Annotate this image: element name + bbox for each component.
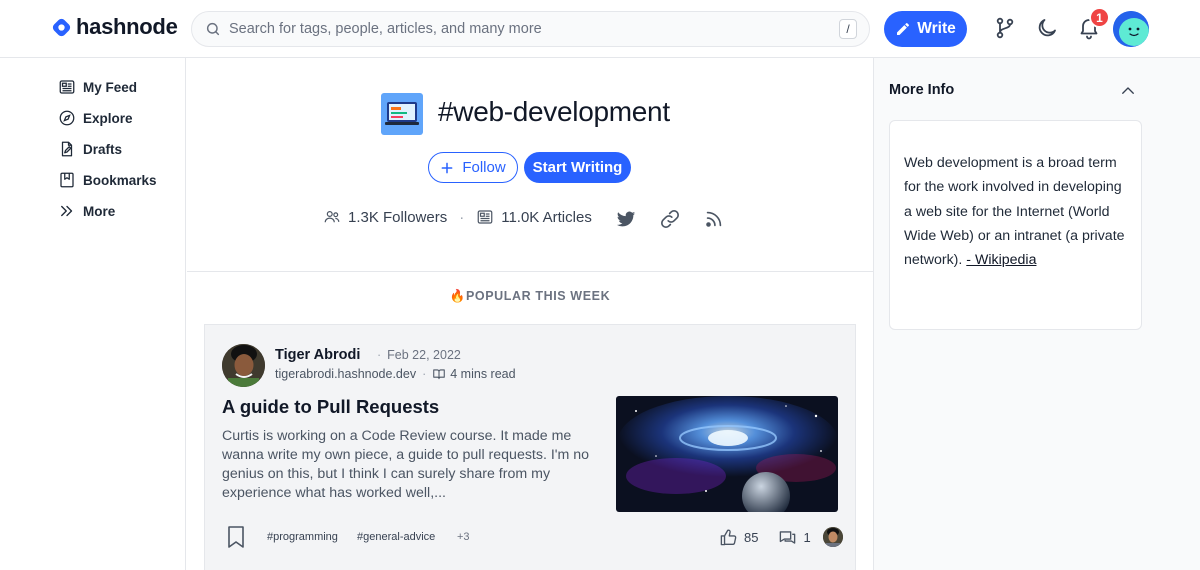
search-icon [206,22,220,36]
sidebar-item-label: Bookmarks [83,172,157,188]
popular-heading-text: POPULAR THIS WEEK [465,289,611,303]
sidebar-item-label: Drafts [83,141,123,157]
more-info-card: Web development is a broad term for the … [889,120,1142,330]
pencil-icon [897,22,910,35]
popular-heading: 🔥POPULAR THIS WEEK [187,289,873,304]
author-name[interactable]: Tiger Abrodi [275,347,360,363]
notification-badge: 1 [1089,7,1110,28]
main-content: #web-development Follow Start Writing 1.… [187,58,873,570]
plus-icon [441,162,453,173]
compass-icon [59,110,75,126]
post-cover-image[interactable] [616,396,838,512]
user-avatar[interactable] [1113,11,1149,47]
double-chevron-right-icon [61,205,73,217]
author-blog: tigerabrodi.hashnode.dev · 4 mins read [275,367,516,381]
drafts-icon [61,141,73,157]
top-header: hashnode / Write 1 [0,0,1200,58]
search-bar[interactable]: / [191,11,870,47]
write-button[interactable]: Write [884,11,967,47]
post-excerpt[interactable]: Curtis is working on a Code Review cours… [222,427,592,503]
write-label: Write [917,20,956,37]
chevron-up-icon[interactable] [1119,82,1137,100]
feed-icon [59,80,75,94]
read-time: 4 mins read [432,367,516,381]
meta-separator: · [422,367,427,381]
link-icon[interactable] [659,208,681,230]
search-shortcut-key: / [839,19,857,39]
articles-count: 11.0K Articles [501,208,592,226]
git-branch-icon[interactable] [993,16,1017,40]
tag-title: #web-development [438,96,670,127]
likes-count: 85 [744,529,759,545]
followers-stat[interactable]: 1.3K Followers [323,208,447,226]
wikipedia-link[interactable]: - Wikipedia [966,252,1036,268]
commenter-photo-icon [822,527,843,547]
blog-domain[interactable]: tigerabrodi.hashnode.dev [275,367,416,381]
bookmark-post-icon[interactable] [227,526,245,548]
sidebar-item-label: My Feed [83,79,138,95]
follow-button[interactable]: Follow [428,152,518,183]
author-avatar[interactable] [222,344,265,387]
bookmark-icon [60,172,74,188]
follow-label: Follow [462,159,506,176]
twitter-icon[interactable] [615,208,637,230]
followers-count: 1.3K Followers [348,208,448,226]
thumbs-up-icon[interactable] [719,528,738,547]
read-time-text: 4 mins read [450,367,516,381]
post-tag-general-advice[interactable]: #general-advice [357,531,435,543]
left-sidebar: My Feed Explore Drafts Bookmarks More [0,58,186,570]
post-tag-more[interactable]: +3 [457,531,470,543]
hashnode-logo[interactable]: hashnode [51,14,178,40]
start-writing-button[interactable]: Start Writing [524,152,631,183]
galaxy-cover-icon [616,396,838,512]
date-separator: · [377,348,382,362]
fire-icon: 🔥 [449,289,466,303]
sidebar-item-bookmarks[interactable]: Bookmarks [58,171,157,189]
right-sidebar: More Info Web development is a broad ter… [873,58,1200,570]
commenter-avatar[interactable] [822,527,843,547]
moon-icon[interactable] [1035,16,1059,40]
logo-text: hashnode [76,14,178,39]
rss-icon[interactable] [703,208,725,230]
comments-icon[interactable] [778,528,797,547]
avatar-face-icon [1113,11,1149,47]
sidebar-item-label: Explore [83,110,133,126]
book-open-icon [433,369,446,380]
post-date-text: Feb 22, 2022 [387,348,461,362]
post-date: · Feb 22, 2022 [377,348,461,362]
sidebar-item-more[interactable]: More [58,202,115,220]
stats-separator: · [459,208,465,226]
web-development-tag-icon [381,93,423,135]
sidebar-item-drafts[interactable]: Drafts [58,140,122,158]
users-icon [324,211,340,223]
post-title[interactable]: A guide to Pull Requests [222,396,439,418]
sidebar-item-my-feed[interactable]: My Feed [58,78,137,96]
tag-header: #web-development Follow Start Writing 1.… [187,58,873,272]
tag-stats: 1.3K Followers · 11.0K Articles [323,208,592,226]
sidebar-item-label: More [83,203,116,219]
sidebar-item-explore[interactable]: Explore [58,109,133,127]
post-reactions: 85 1 [719,527,843,547]
author-photo-icon [222,344,265,387]
comments-count: 1 [803,529,811,545]
articles-stat[interactable]: 11.0K Articles [476,208,592,226]
search-input[interactable] [229,21,869,37]
more-info-title: More Info [889,82,955,98]
hashnode-logo-icon [52,18,71,36]
post-tag-programming[interactable]: #programming [267,531,338,543]
post-card[interactable]: Tiger Abrodi · Feb 22, 2022 tigerabrodi.h… [204,324,856,570]
articles-icon [477,210,493,224]
